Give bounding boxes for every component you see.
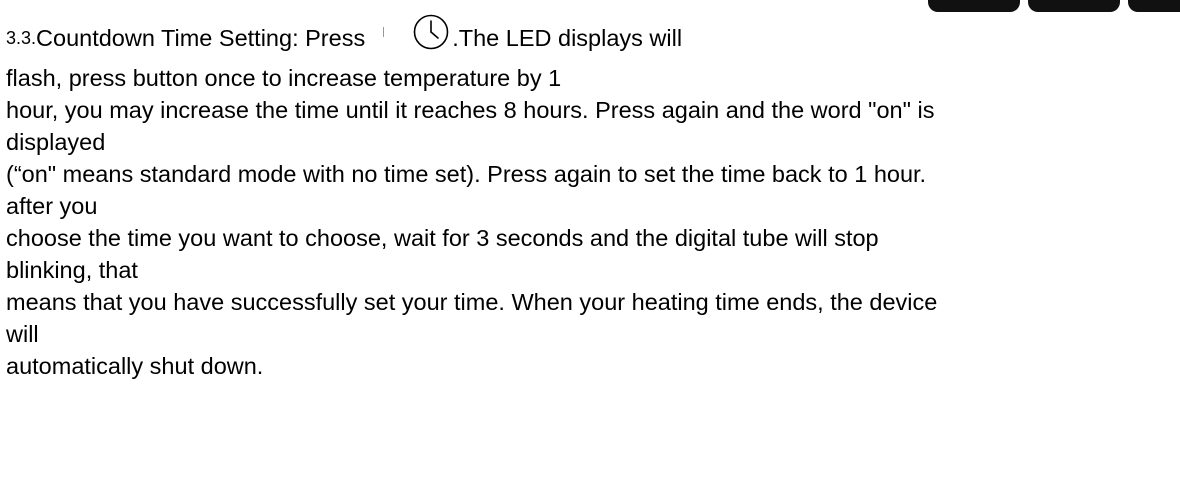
corner-block [1128,0,1180,12]
corner-decoration [928,0,1180,12]
text-line: hour, you may increase the time until it… [6,97,935,123]
text-line: will [6,321,39,347]
clock-icon [412,13,450,51]
text-line: after you [6,193,98,219]
text-line: blinking, that [6,257,138,283]
text-line: choose the time you want to choose, wait… [6,225,879,251]
divider-mark [383,27,385,37]
document-body: 3.3. Countdown Time Setting: Press .The … [6,14,1174,382]
text-line: (“on" means standard mode with no time s… [6,161,927,187]
corner-block [928,0,1020,12]
text-line: means that you have successfully set you… [6,289,938,315]
corner-block [1028,0,1120,12]
text-line: flash, press button once to increase tem… [6,65,562,91]
section-number: 3.3. [6,28,37,48]
section-heading: Countdown Time Setting: Press [36,25,366,51]
section-heading-continuation: .The LED displays will [452,25,683,51]
section-heading-line: 3.3. Countdown Time Setting: Press .The … [6,14,1174,62]
text-line: automatically shut down. [6,353,264,379]
text-line: displayed [6,129,106,155]
